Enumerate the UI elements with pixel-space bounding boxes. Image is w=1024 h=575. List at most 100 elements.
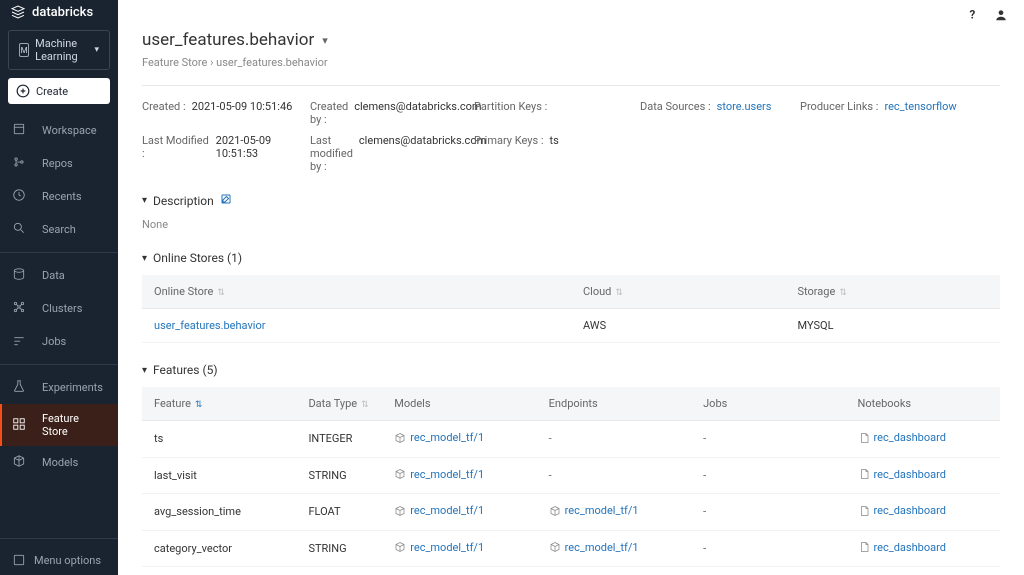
modified-label: Last Modified : bbox=[142, 134, 210, 173]
create-button[interactable]: Create bbox=[8, 78, 110, 104]
col-models[interactable]: Models bbox=[382, 387, 536, 421]
model-link[interactable]: rec_model_tf/1 bbox=[394, 431, 484, 444]
search-icon bbox=[12, 221, 34, 238]
sidebar-item-label: Models bbox=[42, 456, 78, 469]
sidebar-item-recents[interactable]: Recents bbox=[0, 180, 118, 213]
menu-options-button[interactable]: Menu options bbox=[0, 545, 118, 575]
flask-icon bbox=[12, 379, 34, 396]
data-type-cell: STRING bbox=[296, 457, 382, 494]
job-empty: - bbox=[703, 542, 706, 555]
square-icon bbox=[12, 553, 26, 567]
col-endpoints[interactable]: Endpoints bbox=[537, 387, 691, 421]
chevron-down-icon: ▾ bbox=[94, 45, 99, 55]
sidebar-item-models[interactable]: Models bbox=[0, 446, 118, 479]
sidebar-item-label: Data bbox=[42, 269, 65, 282]
data-icon bbox=[12, 267, 34, 284]
created-by-value: clemens@databricks.com bbox=[354, 100, 481, 126]
table-row: avg_session_timeFLOAT rec_model_tf/1 rec… bbox=[142, 494, 1000, 531]
notebook-link[interactable]: rec_dashboard bbox=[858, 431, 946, 444]
sidebar-item-label: Search bbox=[42, 223, 76, 236]
sidebar-item-jobs[interactable]: Jobs bbox=[0, 325, 118, 358]
sidebar-item-experiments[interactable]: Experiments bbox=[0, 371, 118, 404]
sidebar-item-label: Jobs bbox=[42, 335, 66, 348]
notebook-link[interactable]: rec_dashboard bbox=[858, 541, 946, 554]
online-stores-section: ▾ Online Stores (1) Online Store⇅ Cloud⇅… bbox=[142, 251, 1000, 343]
data-sources-link[interactable]: store.users bbox=[717, 100, 772, 126]
disclosure-triangle-icon: ▾ bbox=[142, 365, 147, 376]
data-type-cell: STRING bbox=[296, 530, 382, 567]
model-link[interactable]: rec_model_tf/1 bbox=[394, 468, 484, 481]
sidebar-item-search[interactable]: Search bbox=[0, 213, 118, 246]
sidebar-item-feature-store[interactable]: Feature Store bbox=[0, 404, 118, 446]
sidebar-item-data[interactable]: Data bbox=[0, 259, 118, 292]
col-cloud[interactable]: Cloud⇅ bbox=[571, 275, 786, 309]
menu-options-label: Menu options bbox=[34, 554, 101, 567]
endpoint-link[interactable]: rec_model_tf/1 bbox=[549, 541, 639, 554]
sidebar-item-label: Experiments bbox=[42, 381, 103, 394]
job-empty: - bbox=[703, 505, 706, 518]
sidebar-item-workspace[interactable]: Workspace bbox=[0, 114, 118, 147]
description-title: Description bbox=[153, 194, 214, 208]
features-header[interactable]: ▾ Features (5) bbox=[142, 363, 1000, 377]
notebook-link[interactable]: rec_dashboard bbox=[858, 504, 946, 517]
online-store-link[interactable]: user_features.behavior bbox=[154, 319, 265, 332]
disclosure-triangle-icon: ▾ bbox=[142, 253, 147, 264]
sidebar-item-label: Recents bbox=[42, 190, 82, 203]
sort-icon: ⇅ bbox=[361, 400, 369, 410]
breadcrumb-root[interactable]: Feature Store bbox=[142, 56, 207, 69]
endpoint-link[interactable]: rec_model_tf/1 bbox=[549, 504, 639, 517]
description-header[interactable]: ▾ Description bbox=[142, 193, 1000, 208]
endpoint-empty: - bbox=[549, 432, 552, 445]
online-stores-title: Online Stores (1) bbox=[153, 251, 242, 265]
nav-group-1: WorkspaceRepos Recents Search bbox=[0, 114, 118, 246]
nav-group-3: Experiments Feature Store Models bbox=[0, 371, 118, 479]
description-section: ▾ Description None bbox=[142, 193, 1000, 231]
sort-icon: ⇅ bbox=[615, 288, 623, 298]
model-link[interactable]: rec_model_tf/1 bbox=[394, 541, 484, 554]
col-online-store[interactable]: Online Store⇅ bbox=[142, 275, 571, 309]
job-empty: - bbox=[703, 469, 706, 482]
topbar: ? bbox=[118, 0, 1024, 30]
sidebar-item-repos[interactable]: Repos bbox=[0, 147, 118, 180]
breadcrumb: Feature Store › user_features.behavior bbox=[142, 56, 1000, 69]
user-icon[interactable] bbox=[994, 8, 1008, 22]
storage-cell: MYSQL bbox=[786, 309, 1001, 343]
col-feature[interactable]: Feature⇅ bbox=[142, 387, 296, 421]
notebook-link[interactable]: rec_dashboard bbox=[858, 468, 946, 481]
help-icon[interactable]: ? bbox=[966, 8, 980, 22]
sidebar-item-label: Feature Store bbox=[42, 412, 106, 438]
online-stores-table: Online Store⇅ Cloud⇅ Storage⇅ user_featu… bbox=[142, 275, 1000, 343]
meta-row-2: Last Modified :2021-05-09 10:51:53 Last … bbox=[142, 134, 1000, 173]
divider bbox=[142, 85, 1000, 86]
primary-keys-label: Primary Keys : bbox=[474, 134, 544, 173]
producer-link[interactable]: rec_tensorflow bbox=[884, 100, 956, 126]
col-jobs[interactable]: Jobs bbox=[691, 387, 845, 421]
brand-logo: databricks bbox=[0, 0, 118, 24]
feature-name: category_vector bbox=[142, 530, 296, 567]
models-icon bbox=[12, 454, 34, 471]
sidebar-divider bbox=[0, 538, 118, 539]
title-dropdown-icon[interactable]: ▾ bbox=[322, 34, 328, 47]
model-link[interactable]: rec_model_tf/1 bbox=[394, 504, 484, 517]
title-row: user_features.behavior ▾ bbox=[142, 30, 1000, 50]
features-section: ▾ Features (5) Feature⇅ Data Type⇅ Model… bbox=[142, 363, 1000, 567]
col-storage[interactable]: Storage⇅ bbox=[786, 275, 1001, 309]
cloud-cell: AWS bbox=[571, 309, 786, 343]
sidebar-item-clusters[interactable]: Clusters bbox=[0, 292, 118, 325]
persona-selector[interactable]: M Machine Learning ▾ bbox=[8, 30, 110, 70]
description-value: None bbox=[142, 218, 1000, 231]
brand-name: databricks bbox=[32, 5, 93, 20]
meta-row-1: Created :2021-05-09 10:51:46 Created by … bbox=[142, 100, 1000, 126]
created-by-label: Created by : bbox=[310, 100, 348, 126]
databricks-logo-icon bbox=[10, 4, 26, 20]
col-notebooks[interactable]: Notebooks bbox=[846, 387, 1000, 421]
edit-icon[interactable] bbox=[220, 193, 232, 208]
created-value: 2021-05-09 10:51:46 bbox=[192, 100, 293, 126]
col-data-type[interactable]: Data Type⇅ bbox=[296, 387, 382, 421]
online-stores-header[interactable]: ▾ Online Stores (1) bbox=[142, 251, 1000, 265]
recents-icon bbox=[12, 188, 34, 205]
persona-label: Machine Learning bbox=[35, 37, 94, 63]
nav-group-2: Data Clusters Jobs bbox=[0, 259, 118, 358]
page-title: user_features.behavior bbox=[142, 30, 314, 50]
sidebar-divider bbox=[0, 364, 118, 365]
